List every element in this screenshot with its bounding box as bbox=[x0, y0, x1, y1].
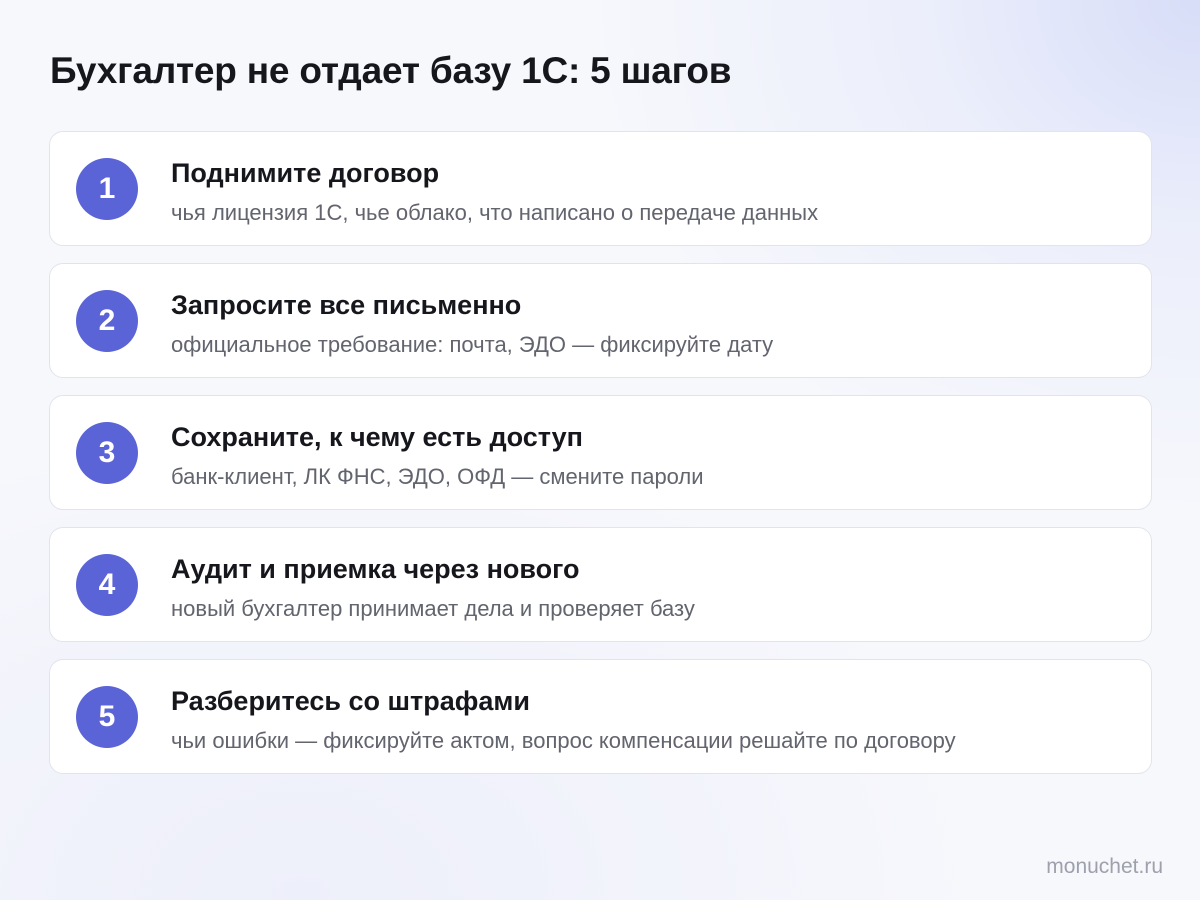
step-title: Разберитесь со штрафами bbox=[171, 686, 530, 716]
step-number-badge: 4 bbox=[76, 554, 138, 616]
step-title: Запросите все письменно bbox=[171, 290, 522, 320]
step-card-5: 5 Разберитесь со штрафами чьи ошибки — ф… bbox=[49, 659, 1152, 774]
step-description: чья лицензия 1С, чье облако, что написан… bbox=[171, 200, 819, 225]
step-number-badge: 3 bbox=[76, 422, 138, 484]
step-description: официальное требование: почта, ЭДО — фик… bbox=[171, 332, 774, 357]
step-card-4: 4 Аудит и приемка через нового новый бух… bbox=[49, 527, 1152, 642]
step-card-3: 3 Сохраните, к чему есть доступ банк-кли… bbox=[49, 395, 1152, 510]
step-number-badge: 5 bbox=[76, 686, 138, 748]
step-description: новый бухгалтер принимает дела и проверя… bbox=[171, 596, 695, 621]
step-card-2: 2 Запросите все письменно официальное тр… bbox=[49, 263, 1152, 378]
footer-domain: monuchet.ru bbox=[1046, 855, 1163, 878]
page-title: Бухгалтер не отдает базу 1С: 5 шагов bbox=[50, 50, 732, 91]
step-description: банк-клиент, ЛК ФНС, ЭДО, ОФД — смените … bbox=[171, 464, 704, 489]
steps-list: 1 Поднимите договор чья лицензия 1С, чье… bbox=[49, 131, 1152, 774]
step-number-badge: 2 bbox=[76, 290, 138, 352]
step-title: Поднимите договор bbox=[171, 158, 440, 188]
step-title: Сохраните, к чему есть доступ bbox=[171, 422, 583, 452]
step-description: чьи ошибки — фиксируйте актом, вопрос ко… bbox=[171, 728, 956, 753]
step-title: Аудит и приемка через нового bbox=[171, 554, 580, 584]
step-number-badge: 1 bbox=[76, 158, 138, 220]
step-card-1: 1 Поднимите договор чья лицензия 1С, чье… bbox=[49, 131, 1152, 246]
